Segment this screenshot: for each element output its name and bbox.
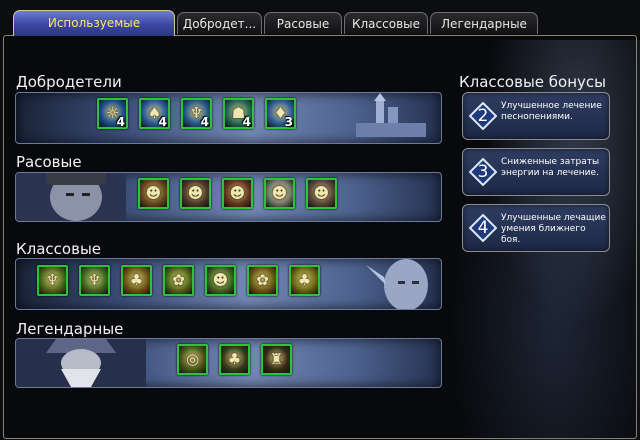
class-trait-icon-1: ♆ xyxy=(45,271,60,289)
trait-rank-count: 4 xyxy=(200,115,209,129)
legendary-trait-icon-2: ♣ xyxy=(227,350,242,368)
class-trait-icon-4: ✿ xyxy=(172,271,185,289)
class-trait-icon-3: ♣ xyxy=(129,271,144,289)
class-bonus-text: Улучшенные лечащие умения ближнего боя. xyxy=(501,213,606,245)
racial-trait-icon-5: ☻ xyxy=(313,184,330,202)
legendary-trait-icon-3: ♜ xyxy=(269,350,284,368)
class-bonus-item: 2 Улучшенное лечение песнопениями. xyxy=(462,92,610,140)
class-bonuses-panel: 2 Улучшенное лечение песнопениями. 3 Сни… xyxy=(452,92,616,252)
wizard-portrait-icon xyxy=(16,339,146,387)
trait-slot[interactable]: ♜ xyxy=(261,344,292,375)
racial-trait-icon-1: ☻ xyxy=(145,184,162,202)
trait-slot[interactable]: ☗ 4 xyxy=(223,98,254,129)
section-title-legendary: Легендарные xyxy=(16,320,124,338)
class-bonus-item: 4 Улучшенные лечащие умения ближнего боя… xyxy=(462,204,610,252)
trait-slot[interactable]: ☻ xyxy=(180,178,211,209)
class-trait-icon-6: ✿ xyxy=(256,271,269,289)
trait-slot[interactable]: ☻ xyxy=(138,178,169,209)
diamond-number-icon: 2 xyxy=(469,102,497,130)
trait-rank-count: 4 xyxy=(242,115,251,129)
section-title-class: Классовые xyxy=(16,240,102,258)
class-bonus-text: Улучшенное лечение песнопениями. xyxy=(501,101,602,122)
trait-slot[interactable]: ☻ xyxy=(222,178,253,209)
diamond-number-icon: 3 xyxy=(469,158,497,186)
trait-slot[interactable]: ☻ xyxy=(264,178,295,209)
trait-slot[interactable]: ☻ xyxy=(205,265,236,296)
trait-slot[interactable]: ☼ 4 xyxy=(97,98,128,129)
legendary-trait-icon-1: ◎ xyxy=(185,350,200,368)
trait-slot[interactable]: ♣ xyxy=(219,344,250,375)
tab-racial[interactable]: Расовые xyxy=(264,12,342,34)
tab-virtues[interactable]: Добродет... xyxy=(177,12,262,34)
tab-equipped[interactable]: Используемые xyxy=(13,10,175,36)
trait-slot[interactable]: ♦ 3 xyxy=(265,98,296,129)
trait-rank-count: 3 xyxy=(284,115,293,129)
racial-trait-icon-3: ☻ xyxy=(229,184,246,202)
trait-slot[interactable]: ☻ xyxy=(306,178,337,209)
trait-slot[interactable]: ✿ xyxy=(247,265,278,296)
racial-trait-icon-4: ☻ xyxy=(271,184,288,202)
trait-slot[interactable]: ♆ 4 xyxy=(181,98,212,129)
castle-art-icon xyxy=(356,93,426,137)
class-bonuses-title: Классовые бонусы xyxy=(459,73,606,91)
tab-legendary[interactable]: Легендарные xyxy=(430,12,538,34)
tab-bar: Используемые Добродет... Расовые Классов… xyxy=(0,0,640,36)
trait-slot[interactable]: ♣ xyxy=(121,265,152,296)
trait-slot[interactable]: ♣ xyxy=(289,265,320,296)
trait-rank-count: 4 xyxy=(158,115,167,129)
trait-slot[interactable]: ♠ 4 xyxy=(139,98,170,129)
tab-class[interactable]: Классовые xyxy=(344,12,428,34)
trait-slot[interactable]: ◎ xyxy=(177,344,208,375)
man-portrait-icon xyxy=(16,173,126,221)
trait-rank-count: 4 xyxy=(116,115,125,129)
elf-portrait-icon xyxy=(366,259,428,309)
section-title-virtues: Добродетели xyxy=(16,73,122,91)
racial-trait-icon-2: ☻ xyxy=(187,184,204,202)
class-trait-icon-5: ☻ xyxy=(212,271,229,289)
trait-slot[interactable]: ♆ xyxy=(79,265,110,296)
traits-window: Используемые Добродет... Расовые Классов… xyxy=(0,0,640,440)
trait-slot[interactable]: ♆ xyxy=(37,265,68,296)
class-bonus-number: 2 xyxy=(477,106,489,126)
diamond-number-icon: 4 xyxy=(469,214,497,242)
class-trait-icon-2: ♆ xyxy=(87,271,102,289)
class-bonus-number: 4 xyxy=(477,218,489,238)
class-trait-icon-7: ♣ xyxy=(297,271,312,289)
class-bonus-text: Сниженные затраты энергии на лечение. xyxy=(501,157,600,178)
class-bonus-number: 3 xyxy=(477,162,489,182)
trait-slot[interactable]: ✿ xyxy=(163,265,194,296)
class-bonus-item: 3 Сниженные затраты энергии на лечение. xyxy=(462,148,610,196)
section-title-racial: Расовые xyxy=(16,153,82,171)
